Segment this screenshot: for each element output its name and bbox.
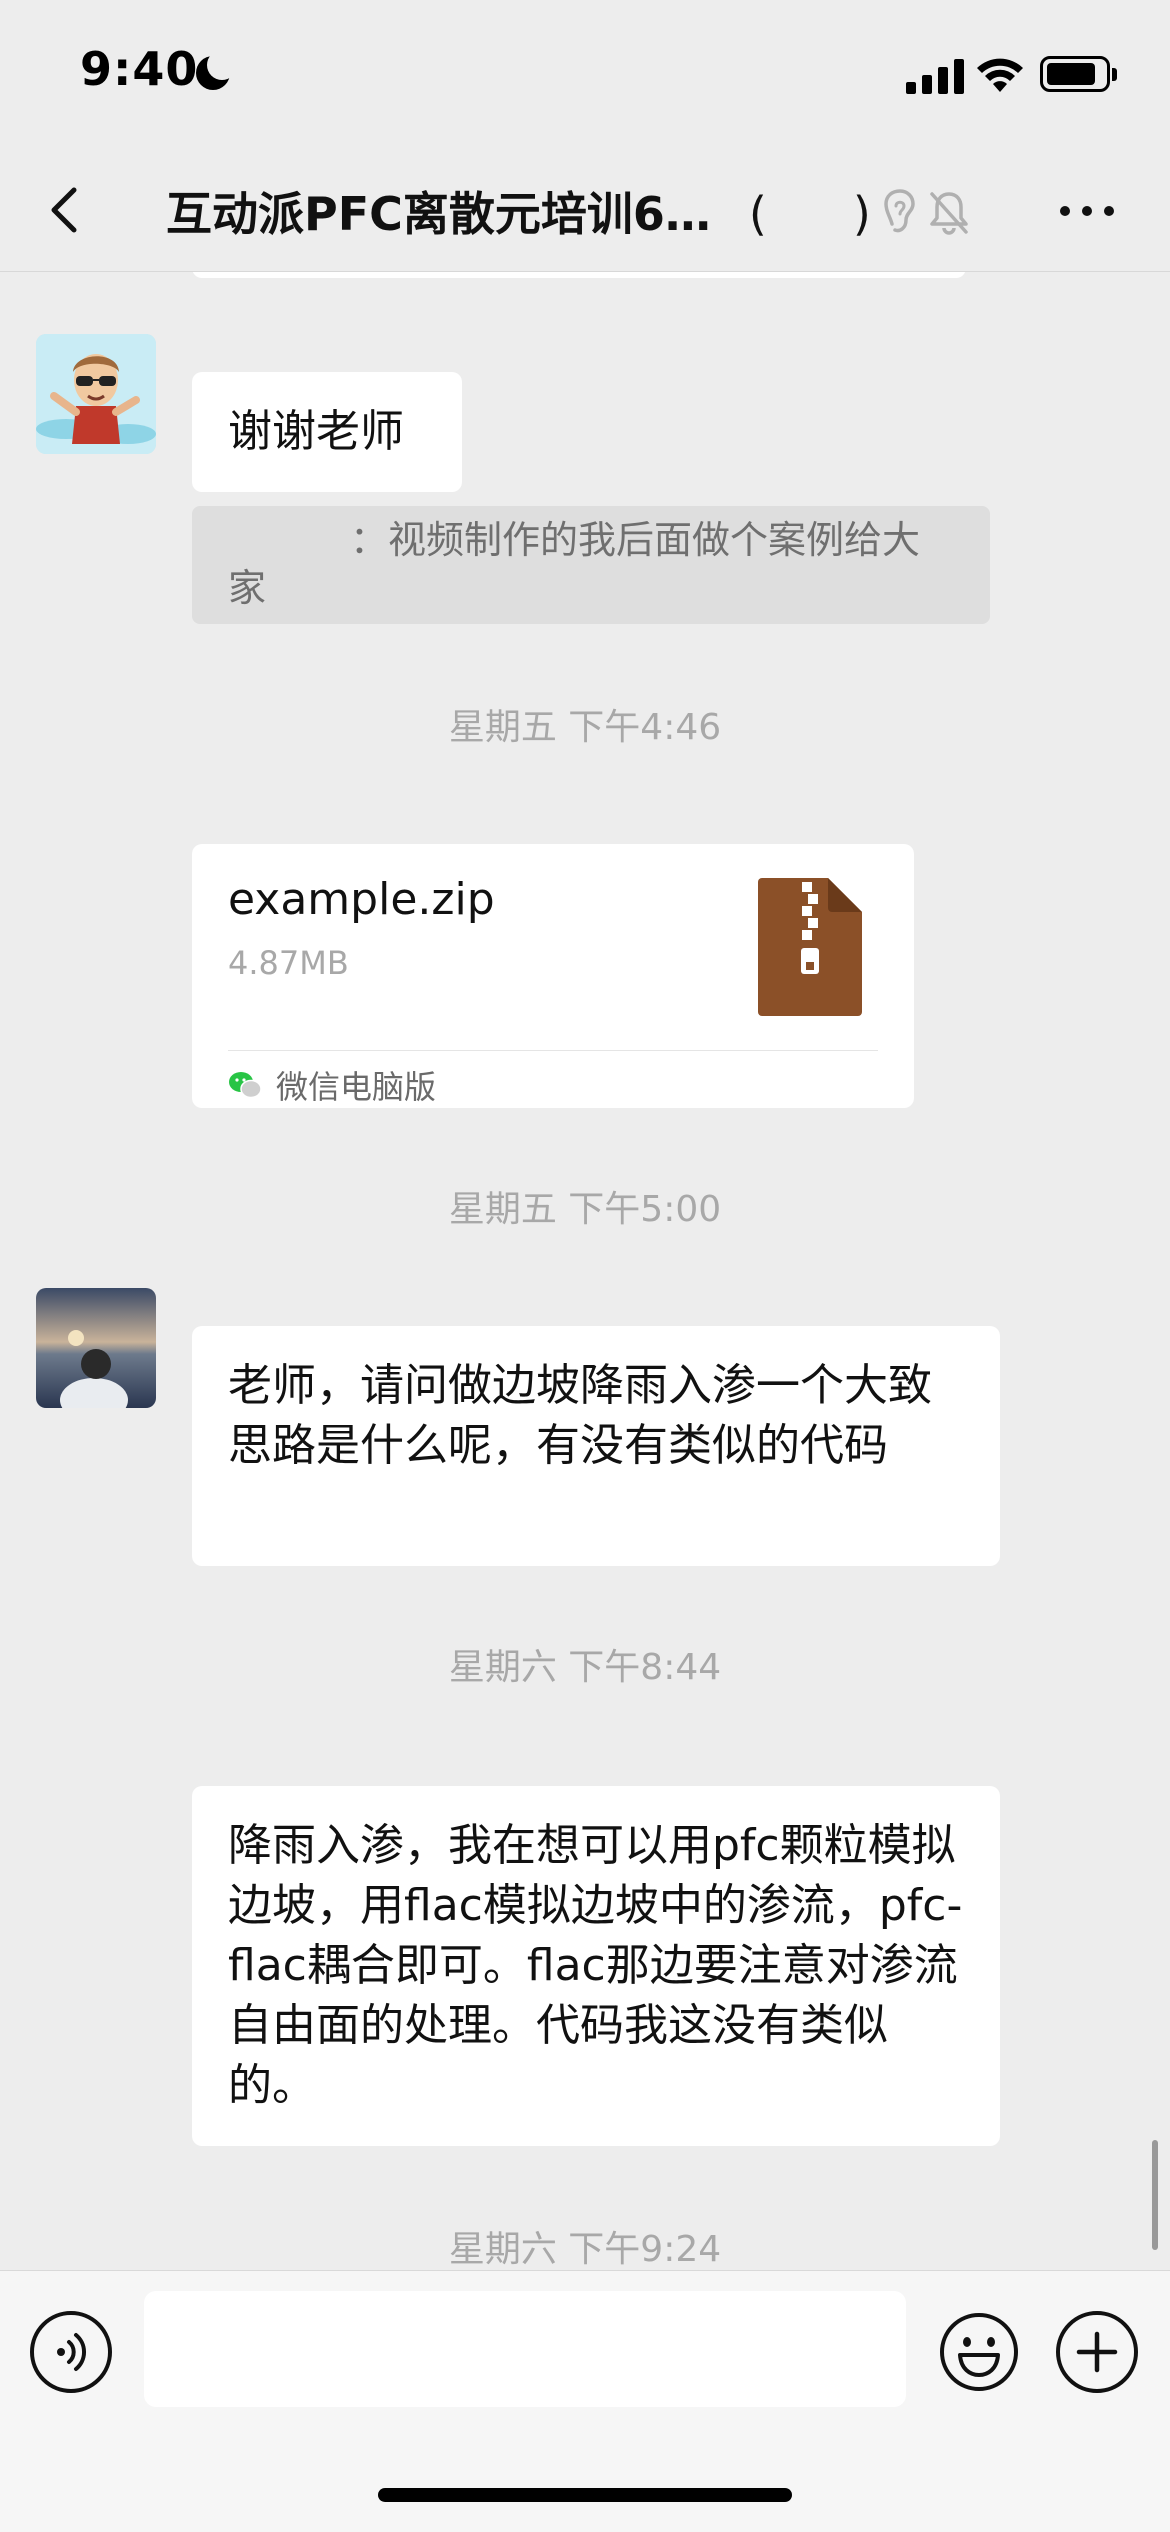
file-message-card[interactable]: example.zip 4.87MB 微信电脑版 xyxy=(192,844,914,1108)
member-count-close: ) xyxy=(852,187,871,241)
timestamp: 星期五 下午5:00 xyxy=(448,1189,722,1230)
file-size: 4.87MB xyxy=(228,944,349,982)
zip-file-icon xyxy=(758,878,862,1016)
message-text: 老师，请问做边坡降雨入渗一个大致思路是什么呢，有没有类似的代码 xyxy=(228,1360,932,1471)
quote-text: 视频制作的我后面做个案例给大家 xyxy=(228,518,921,610)
emoji-icon[interactable] xyxy=(938,2311,1020,2393)
plus-button[interactable] xyxy=(1056,2311,1138,2393)
avatar[interactable] xyxy=(36,1288,156,1408)
status-bar: 9:40 xyxy=(0,0,1170,150)
home-indicator[interactable] xyxy=(378,2488,792,2502)
ear-icon xyxy=(884,189,915,233)
quote-separator: ： xyxy=(350,518,389,562)
battery-icon xyxy=(1040,56,1117,92)
file-source-label: 微信电脑版 xyxy=(276,1068,437,1106)
status-time: 9:40 xyxy=(80,42,199,96)
divider xyxy=(228,1050,878,1051)
wifi-icon xyxy=(977,58,1023,92)
chat-title[interactable]: 互动派PFC离散元培训6… ( ) xyxy=(166,178,871,244)
message-bubble[interactable]: 谢谢老师 xyxy=(192,372,462,492)
member-count-open: ( xyxy=(748,187,767,241)
more-button[interactable] xyxy=(1060,200,1116,220)
chevron-left-icon[interactable] xyxy=(38,180,98,240)
cellular-signal-icon xyxy=(906,58,964,94)
timestamp: 星期五 下午4:46 xyxy=(448,707,722,748)
scrollbar[interactable] xyxy=(1152,2140,1158,2250)
message-bubble[interactable]: 老师，请问做边坡降雨入渗一个大致思路是什么呢，有没有类似的代码 xyxy=(192,1326,1000,1566)
message-input[interactable] xyxy=(144,2291,906,2407)
timestamp: 星期六 下午9:24 xyxy=(448,2229,722,2270)
voice-button[interactable] xyxy=(30,2311,112,2393)
avatar[interactable] xyxy=(36,334,156,454)
voice-icon xyxy=(57,2333,87,2371)
message-bubble-previous[interactable] xyxy=(192,272,966,278)
bell-slash-icon xyxy=(930,192,968,235)
message-text: 降雨入渗，我在想可以用pfc颗粒模拟边坡，用flac模拟边坡中的渗流，pfc-f… xyxy=(228,1820,963,2111)
timestamp: 星期六 下午8:44 xyxy=(448,1647,722,1688)
plus-icon xyxy=(1076,2331,1118,2373)
cartoon-avatar-image xyxy=(36,334,156,454)
message-bubble[interactable]: 降雨入渗，我在想可以用pfc颗粒模拟边坡，用flac模拟边坡中的渗流，pfc-f… xyxy=(192,1786,1000,2146)
file-name: example.zip xyxy=(228,874,495,925)
message-text: 谢谢老师 xyxy=(228,406,404,457)
quoted-message[interactable]: ：视频制作的我后面做个案例给大家 xyxy=(192,506,990,624)
group-name: 互动派PFC离散元培训6… xyxy=(166,187,711,241)
moon-icon xyxy=(196,50,237,90)
file-source: 微信电脑版 xyxy=(228,1062,436,1108)
photo-avatar-image xyxy=(36,1288,156,1408)
wechat-icon xyxy=(229,1072,262,1099)
message-list[interactable]: 谢谢老师 ：视频制作的我后面做个案例给大家 星期五 下午4:46 example… xyxy=(0,272,1170,2270)
chat-header: 互动派PFC离散元培训6… ( ) xyxy=(0,150,1170,272)
